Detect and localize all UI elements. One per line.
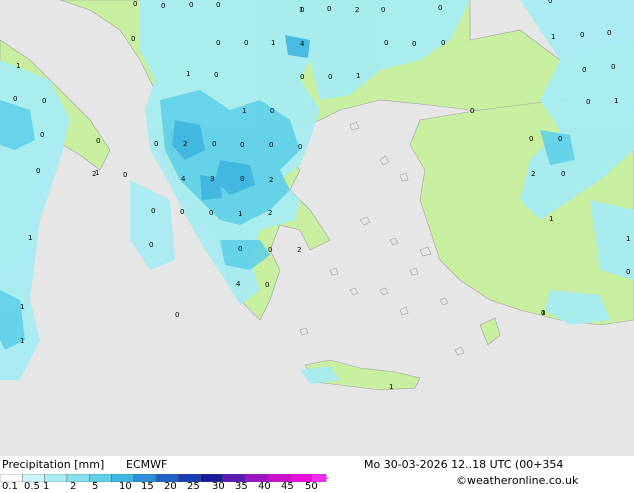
- precip-value-label: 0: [327, 5, 331, 13]
- legend-label: 50: [305, 481, 318, 492]
- legend-label: 1: [43, 481, 50, 492]
- precip-value-label: 0: [328, 73, 332, 81]
- precip-value-label: 0: [154, 140, 158, 148]
- precip-value-label: 0: [381, 6, 385, 14]
- legend-label: 25: [187, 481, 200, 492]
- precip-value-label: 0: [441, 39, 445, 47]
- precip-value-label: 0: [300, 6, 304, 14]
- precip-value-label: 1: [242, 107, 246, 115]
- precip-value-label: 0: [131, 35, 135, 43]
- precip-value-label: 2: [183, 140, 187, 148]
- precip-value-label: 0: [40, 131, 44, 139]
- precip-value-label: 0: [470, 107, 474, 115]
- precip-value-label: 0: [268, 246, 272, 254]
- valid-time: Mo 30-03-2026 12..18 UTC (00+354: [364, 458, 564, 471]
- legend-label: 30: [212, 481, 225, 492]
- precip-value-label: 2: [297, 246, 301, 254]
- precip-value-label: 0: [548, 0, 552, 5]
- precip-value-label: 0: [13, 95, 17, 103]
- precip-value-label: 0: [384, 39, 388, 47]
- precip-value-label: 0: [209, 209, 213, 217]
- precip-value-label: 0: [240, 175, 244, 183]
- precip-value-label: 4: [236, 280, 241, 288]
- precip-value-label: 0: [133, 0, 137, 8]
- precip-value-label: 0: [298, 143, 302, 151]
- precip-value-label: 0: [265, 281, 269, 289]
- precip-value-label: 0: [96, 137, 100, 145]
- precip-value-label: 4: [300, 40, 305, 48]
- legend-label: 0.5: [24, 481, 40, 492]
- precip-value-label: 0: [580, 31, 584, 39]
- precip-value-label: 1: [20, 337, 24, 345]
- precip-value-label: 0: [36, 167, 40, 175]
- precip-value-label: 0: [611, 63, 615, 71]
- precip-value-label: 0: [151, 207, 155, 215]
- precip-value-label: 2: [531, 170, 535, 178]
- legend-label: 2: [70, 481, 77, 492]
- precip-value-label: 2: [269, 176, 273, 184]
- precip-value-label: 0: [586, 98, 590, 106]
- legend-label: 10: [119, 481, 132, 492]
- precip-value-label: 0: [161, 2, 165, 10]
- precip-value-label: 0: [180, 208, 184, 216]
- model-name: ECMWF: [126, 458, 168, 471]
- precip-value-label: 1: [95, 169, 99, 177]
- precip-value-label: 0: [212, 140, 216, 148]
- precip-value-label: 1: [271, 39, 275, 47]
- precip-value-label: 0: [529, 135, 533, 143]
- precip-value-label: 0: [270, 107, 274, 115]
- precip-value-label: 0: [412, 40, 416, 48]
- precip-value-label: 2: [355, 6, 359, 14]
- precip-value-label: 0: [244, 39, 248, 47]
- map-title: Precipitation [mm]: [2, 458, 105, 471]
- precip-value-label: 0: [189, 1, 193, 9]
- legend-label: 5: [92, 481, 99, 492]
- precip-value-label: 2: [268, 209, 272, 217]
- precipitation-map: 0 0 0 0 1 0 2 0 0 0 0 0 0 1 4 0 0 0 1 0 0 1 1 0 0 0 1 0 0 0 0 1 0 1 0 0 0 2 0 0…: [0, 0, 634, 456]
- precip-value-label: 0: [216, 1, 220, 9]
- legend-label: 35: [235, 481, 248, 492]
- precip-value-label: 0: [149, 241, 153, 249]
- precip-value-label: 0: [558, 135, 562, 143]
- weather-map-view: 0000102000000140001001100010000101000200…: [0, 0, 634, 492]
- legend-label: 20: [164, 481, 177, 492]
- precip-value-label: 1: [28, 234, 32, 242]
- precip-value-label: 1: [238, 210, 242, 218]
- precip-value-label: 1: [20, 303, 24, 311]
- precip-value-label: 0: [240, 141, 244, 149]
- precip-value-label: 1: [389, 383, 393, 391]
- precip-value-label: 1: [356, 72, 360, 80]
- precip-value-label: 4: [181, 175, 186, 183]
- credit-text: ©weatheronline.co.uk: [456, 474, 579, 487]
- legend-label: 45: [281, 481, 294, 492]
- precip-value-label: 1: [551, 33, 555, 41]
- precip-value-label: 0: [269, 141, 273, 149]
- precip-value-label: 0: [607, 29, 611, 37]
- precip-value-label: 3: [210, 175, 214, 183]
- precip-value-label: 0: [582, 66, 586, 74]
- precip-value-label: 0: [42, 97, 46, 105]
- precip-value-label: 1: [614, 97, 618, 105]
- precip-value-label: 0: [175, 311, 179, 319]
- precip-value-label: 0: [626, 268, 630, 276]
- legend-label: 40: [258, 481, 271, 492]
- legend-label: 0.1: [2, 481, 18, 492]
- precip-value-label: 0: [123, 171, 127, 179]
- precip-value-label: 0: [238, 245, 242, 253]
- precip-value-label: 1: [549, 215, 553, 223]
- precip-value-label: 1: [626, 235, 630, 243]
- precip-value-label: 0: [438, 4, 442, 12]
- precip-value-label: 1: [186, 70, 190, 78]
- precip-value-label: 0: [216, 39, 220, 47]
- precip-value-label: 0: [214, 71, 218, 79]
- precip-value-label: 0: [300, 73, 304, 81]
- precip-value-label: 0: [561, 170, 565, 178]
- precip-value-label: 1: [16, 62, 20, 70]
- legend-label: 15: [141, 481, 154, 492]
- precip-value-label: 1: [541, 309, 545, 317]
